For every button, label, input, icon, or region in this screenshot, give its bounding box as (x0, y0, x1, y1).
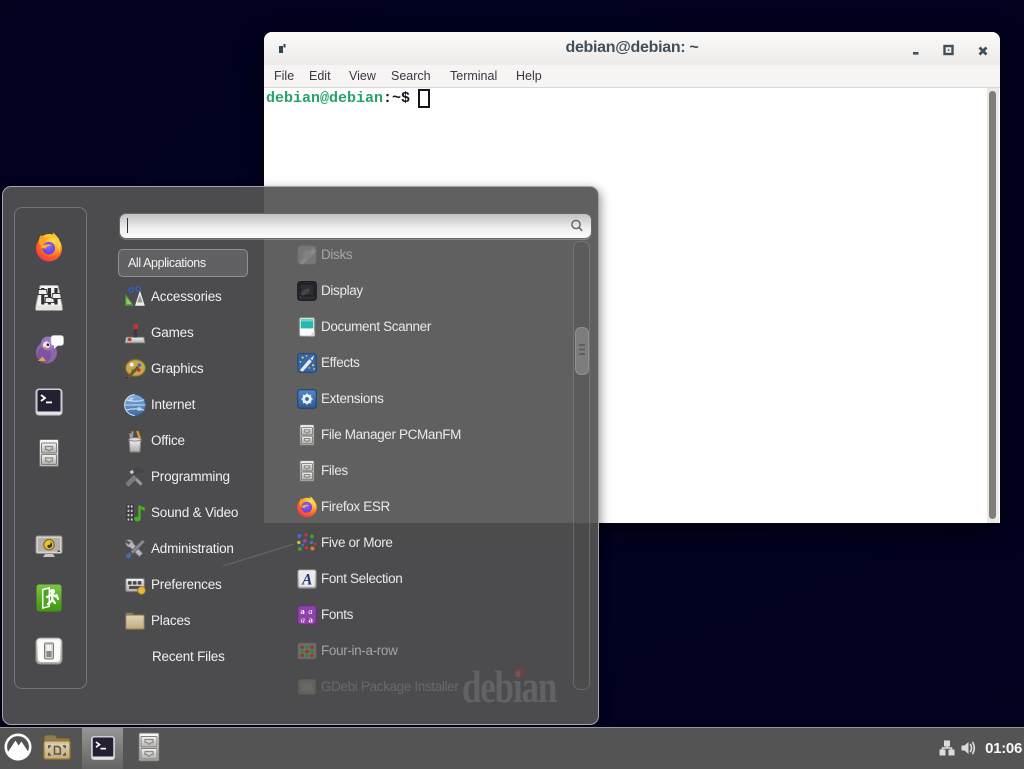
svg-text:A: A (301, 571, 312, 588)
